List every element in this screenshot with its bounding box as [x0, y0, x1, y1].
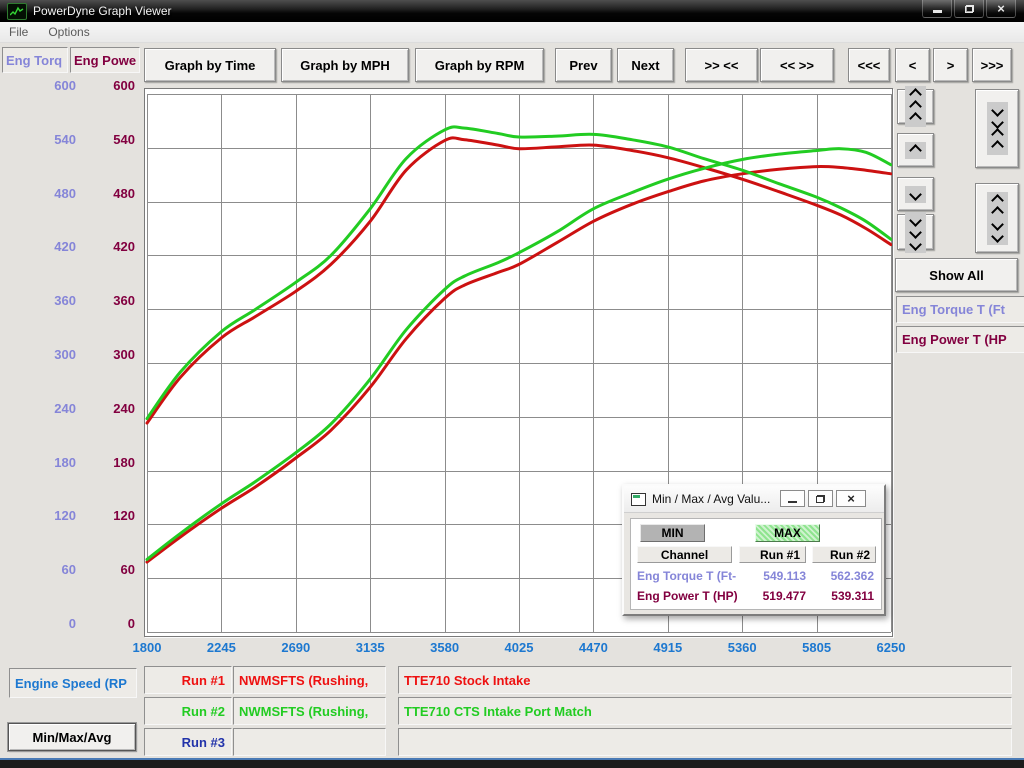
window-title: PowerDyne Graph Viewer [33, 4, 172, 18]
run-desc-box-run2: TTE710 CTS Intake Port Match [398, 697, 1012, 725]
minmax-window-controls: × [777, 490, 866, 507]
minmax-close-button[interactable]: × [836, 490, 866, 507]
graph-by-rpm-button[interactable]: Graph by RPM [415, 48, 544, 82]
minmax-avg-button[interactable]: Min/Max/Avg [8, 723, 136, 751]
chevrons-converge-icon [987, 102, 1008, 155]
run-file-box-run3 [233, 728, 386, 756]
min-toggle-button[interactable]: MIN [640, 524, 705, 542]
minmax-run2-value: 539.311 [812, 588, 874, 604]
triple-chevron-up-icon [905, 86, 926, 127]
app-icon [7, 3, 27, 20]
graph-by-time-button[interactable]: Graph by Time [144, 48, 276, 82]
restore-icon [816, 495, 825, 503]
column-header-run1[interactable]: Run #1 [739, 546, 806, 563]
x-tick-label: 3135 [356, 640, 385, 656]
y-scroll-down-button[interactable] [897, 177, 934, 211]
minmax-run1-value: 549.113 [739, 568, 806, 584]
close-icon: × [847, 492, 855, 505]
power-channel-box[interactable]: Eng Power T (HP [896, 326, 1024, 353]
power-axis-header[interactable]: Eng Powe [70, 47, 140, 73]
powerdyne-window: PowerDyne Graph Viewer × File Options En… [0, 0, 1024, 768]
minimize-icon [788, 501, 797, 503]
x-axis-channel-box[interactable]: Engine Speed (RP [9, 668, 137, 698]
restore-icon [965, 5, 974, 13]
minmax-run2-value: 562.362 [812, 568, 874, 584]
y-tick-label-power: 540 [0, 132, 135, 148]
close-button[interactable]: × [986, 0, 1016, 18]
y-tick-label-power: 420 [0, 239, 135, 255]
close-icon: × [997, 2, 1005, 15]
run-desc-box-run3 [398, 728, 1012, 756]
y-scale-expand-button[interactable] [975, 183, 1019, 253]
restore-button[interactable] [954, 0, 984, 18]
run-desc-box-run1: TTE710 Stock Intake [398, 666, 1012, 694]
x-tick-label: 4915 [653, 640, 682, 656]
y-tick-label-power: 600 [0, 78, 135, 94]
run-file-box-run1: NWMSFTS (Rushing, [233, 666, 386, 694]
y-tick-label-power: 480 [0, 186, 135, 202]
minmax-window-titlebar[interactable]: Min / Max / Avg Valu... × [624, 486, 884, 513]
scroll-far-left-button[interactable]: <<< [848, 48, 890, 82]
scroll-left-button[interactable]: < [895, 48, 930, 82]
menu-options[interactable]: Options [38, 22, 99, 42]
x-tick-label: 2690 [281, 640, 310, 656]
run-label-box-run1[interactable]: Run #1 [144, 666, 232, 694]
next-button[interactable]: Next [617, 48, 674, 82]
torque-axis-header[interactable]: Eng Torq [2, 47, 68, 73]
minmax-channel-cell: Eng Power T (HP) [637, 588, 737, 604]
chevron-up-icon [905, 142, 926, 159]
minimize-icon [933, 10, 942, 13]
minmax-restore-button[interactable] [808, 490, 833, 507]
minmax-channel-cell: Eng Torque T (Ft- [637, 568, 737, 584]
y-scroll-up-button[interactable] [897, 133, 934, 167]
chevron-down-icon [905, 186, 926, 203]
window-bottom-edge [0, 758, 1024, 768]
graph-by-mph-button[interactable]: Graph by MPH [281, 48, 409, 82]
x-tick-label: 6250 [877, 640, 906, 656]
run-label-box-run3[interactable]: Run #3 [144, 728, 232, 756]
x-tick-label: 1800 [133, 640, 162, 656]
minmax-minimize-button[interactable] [780, 490, 805, 507]
y-scroll-down-fast-button[interactable] [897, 214, 934, 250]
chevrons-diverge-icon [987, 192, 1008, 245]
y-tick-label-power: 180 [0, 455, 135, 471]
column-header-run2[interactable]: Run #2 [812, 546, 876, 563]
minmax-window[interactable]: Min / Max / Avg Valu... × MIN MAX Channe… [622, 484, 886, 616]
y-scale-compress-button[interactable] [975, 89, 1019, 168]
x-tick-label: 3580 [430, 640, 459, 656]
x-tick-label: 4025 [505, 640, 534, 656]
x-tick-label: 5360 [728, 640, 757, 656]
minmax-window-title: Min / Max / Avg Valu... [652, 492, 770, 506]
menu-bar: File Options [0, 22, 1024, 43]
column-header-channel[interactable]: Channel [637, 546, 732, 563]
x-tick-label: 4470 [579, 640, 608, 656]
y-tick-label-power: 300 [0, 347, 135, 363]
scroll-right-button[interactable]: > [933, 48, 968, 82]
x-tick-label: 2245 [207, 640, 236, 656]
x-tick-label: 5805 [802, 640, 831, 656]
minmax-run1-value: 519.477 [739, 588, 806, 604]
minimize-button[interactable] [922, 0, 952, 18]
run-file-box-run2: NWMSFTS (Rushing, [233, 697, 386, 725]
zoom-out-x-button[interactable]: << >> [760, 48, 834, 82]
window-controls: × [920, 0, 1016, 18]
y-tick-label-power: 120 [0, 508, 135, 524]
run-label-box-run2[interactable]: Run #2 [144, 697, 232, 725]
zoom-in-x-button[interactable]: >> << [685, 48, 758, 82]
y-tick-label-power: 240 [0, 401, 135, 417]
prev-button[interactable]: Prev [555, 48, 612, 82]
y-tick-label-power: 360 [0, 293, 135, 309]
torque-channel-box[interactable]: Eng Torque T (Ft [896, 296, 1024, 323]
show-all-button[interactable]: Show All [895, 258, 1018, 292]
menu-file[interactable]: File [0, 22, 38, 42]
y-tick-label-power: 0 [0, 616, 135, 632]
title-bar[interactable]: PowerDyne Graph Viewer × [0, 0, 1024, 22]
triple-chevron-down-icon [905, 212, 926, 253]
minmax-window-icon [631, 493, 646, 506]
max-toggle-button[interactable]: MAX [755, 524, 820, 542]
y-tick-label-power: 60 [0, 562, 135, 578]
scroll-far-right-button[interactable]: >>> [972, 48, 1012, 82]
y-scroll-up-fast-button[interactable] [897, 89, 934, 124]
